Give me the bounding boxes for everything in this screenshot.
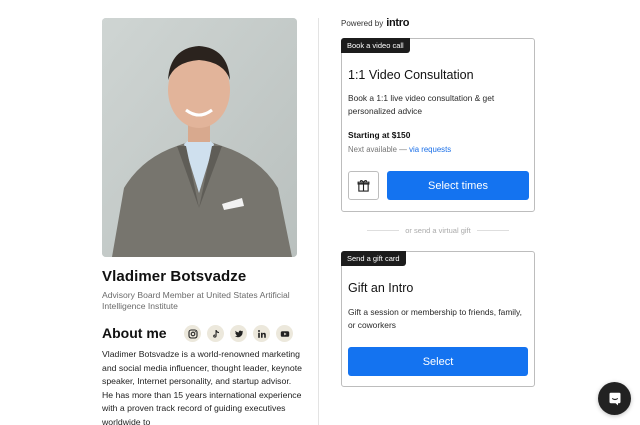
separator-text: or send a virtual gift [405, 226, 471, 235]
gift-card-tag: Send a gift card [341, 251, 406, 266]
gift-icon [357, 179, 370, 192]
video-call-price: Starting at $150 [348, 130, 411, 140]
profile-photo [102, 18, 297, 257]
separator-rule-left [367, 230, 400, 231]
video-call-title: 1:1 Video Consultation [348, 68, 474, 82]
gift-separator: or send a virtual gift [341, 226, 535, 235]
chat-icon [609, 392, 620, 405]
gift-card: Send a gift card Gift an Intro Gift a se… [341, 251, 535, 387]
video-call-description: Book a 1:1 live video consultation & get… [348, 93, 495, 116]
profile-subtitle: Advisory Board Member at United States A… [102, 290, 290, 311]
chat-button[interactable] [598, 382, 631, 415]
intro-logo[interactable]: intro [386, 17, 409, 29]
availability-text: Next available — via requests [348, 145, 451, 154]
social-links [184, 325, 293, 342]
profile-name: Vladimer Botsvadze [102, 268, 247, 285]
availability-prefix: Next available — [348, 145, 407, 154]
powered-by: Powered by intro [341, 17, 410, 29]
instagram-icon[interactable] [184, 325, 201, 342]
column-divider [318, 18, 319, 425]
video-call-tag: Book a video call [341, 38, 410, 53]
separator-rule-right [476, 230, 509, 231]
via-requests-link[interactable]: via requests [409, 145, 451, 154]
gift-select-button[interactable]: Select [348, 347, 528, 376]
youtube-icon[interactable] [276, 325, 293, 342]
gift-card-description: Gift a session or membership to friends,… [348, 307, 522, 330]
gift-card-title: Gift an Intro [348, 281, 414, 295]
about-heading: About me [102, 325, 167, 341]
powered-by-label: Powered by [341, 19, 384, 28]
profile-bio: Vladimer Botsvadze is a world-renowned m… [102, 349, 302, 425]
twitter-icon[interactable] [230, 325, 247, 342]
select-times-button[interactable]: Select times [387, 171, 529, 200]
linkedin-icon[interactable] [253, 325, 270, 342]
video-call-card: Book a video call 1:1 Video Consultation… [341, 38, 535, 212]
tiktok-icon[interactable] [207, 325, 224, 342]
gift-button[interactable] [348, 171, 379, 200]
